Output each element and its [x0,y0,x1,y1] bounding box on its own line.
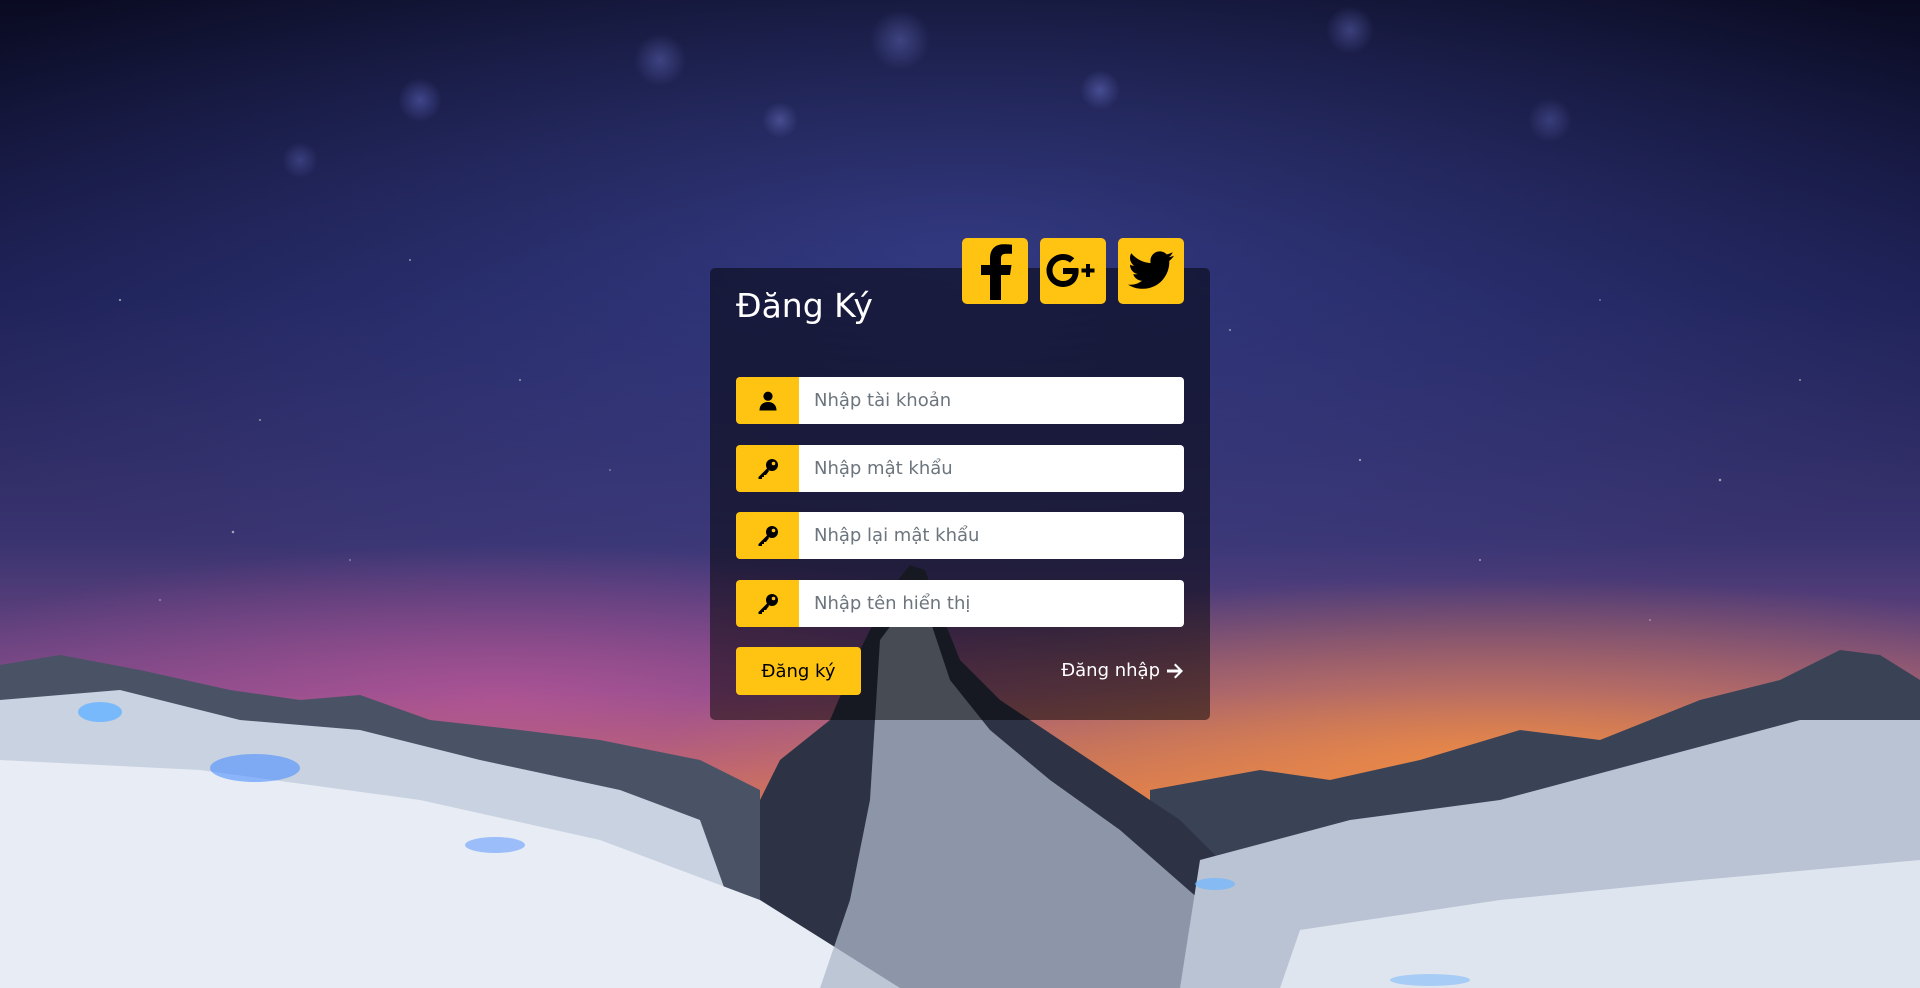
username-input[interactable] [799,377,1184,424]
user-icon [736,377,799,424]
google-plus-icon [1046,254,1095,287]
password-input[interactable] [799,445,1184,492]
display-name-input[interactable] [799,580,1184,627]
twitter-button[interactable] [1118,238,1184,304]
google-plus-button[interactable] [1040,238,1106,304]
form-actions: Đăng ký Đăng nhập [736,647,1184,695]
card-title: Đăng Ký [736,286,873,325]
social-icons [962,238,1184,304]
twitter-icon [1128,251,1174,289]
register-button[interactable]: Đăng ký [736,647,861,695]
display-name-group [736,580,1184,627]
username-group [736,377,1184,424]
signup-card: Đăng Ký Nhập tài khoản Nhập tên hiển thị… [710,238,1210,720]
key-icon [736,445,799,492]
facebook-button[interactable] [962,238,1028,304]
login-link[interactable]: Đăng nhập [1061,660,1184,681]
confirm-password-input[interactable] [799,512,1184,559]
arrow-right-icon [1167,663,1183,678]
background-scene: Đăng Ký Nhập tài khoản Nhập tên hiển thị… [0,0,1920,988]
signup-form [736,377,1184,648]
facebook-icon [981,244,1012,300]
password-group [736,445,1184,492]
login-link-label: Đăng nhập [1061,660,1160,681]
confirm-password-group [736,512,1184,559]
key-icon [736,512,799,559]
key-icon [736,580,799,627]
